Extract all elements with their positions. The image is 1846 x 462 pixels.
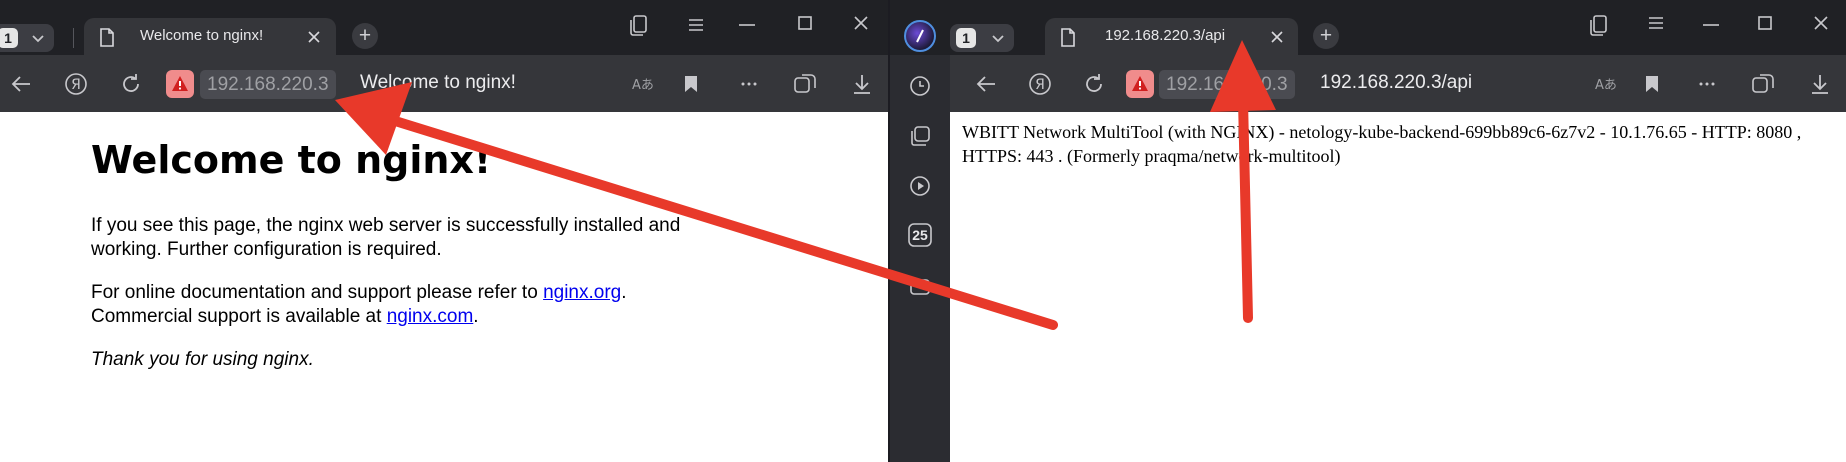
address-page-title[interactable]: 192.168.220.3/api — [1320, 72, 1472, 94]
separator — [73, 28, 74, 48]
plus-icon: + — [1319, 24, 1333, 47]
sidebar: 25 — [890, 55, 950, 462]
menu-icon[interactable] — [1643, 10, 1669, 36]
svg-text:Я: Я — [71, 77, 81, 93]
reload-icon[interactable] — [1080, 70, 1108, 98]
yandex-icon[interactable]: Я — [1026, 70, 1054, 98]
docs-text: For online documentation and support ple… — [91, 282, 544, 303]
calendar-day: 25 — [912, 227, 928, 243]
alice-icon[interactable] — [904, 20, 936, 52]
maximize-icon[interactable] — [792, 10, 818, 36]
address-host[interactable]: 192.168.220.3 — [1159, 70, 1295, 99]
chevron-down-icon — [988, 28, 1008, 53]
tab-title: Welcome to nginx! — [140, 27, 264, 44]
tab-active[interactable]: 192.168.220.3/api — [1045, 18, 1298, 55]
close-tab-icon[interactable] — [1267, 27, 1287, 47]
download-icon[interactable] — [1806, 70, 1834, 98]
multitool-response-text: WBITT Network MultiTool (with NGINX) - n… — [962, 122, 1802, 166]
tab-count-badge: 1 — [0, 28, 18, 48]
video-icon[interactable] — [906, 172, 934, 200]
tab-bar: 1 Welcome to nginx! + — [0, 0, 889, 55]
download-icon[interactable] — [848, 70, 876, 98]
docs-line: For online documentation and support ple… — [91, 281, 751, 305]
more-icon[interactable] — [735, 70, 763, 98]
tabs-icon[interactable] — [906, 122, 934, 150]
address-host[interactable]: 192.168.220.3 — [200, 70, 336, 99]
page-heading: Welcome to nginx! — [91, 138, 492, 182]
support-line: Commercial support is available at nginx… — [91, 305, 751, 329]
docs-end: . — [621, 282, 627, 303]
install-message: If you see this page, the nginx web serv… — [91, 215, 681, 260]
warning-icon — [172, 76, 188, 91]
navigation-toolbar: Я 192.168.220.3 192.168.220.3/api Aあ — [950, 55, 1846, 112]
warning-icon — [1132, 76, 1148, 91]
support-text: Commercial support is available at — [91, 306, 387, 327]
page-icon — [1059, 27, 1077, 47]
tab-count-badge: 1 — [956, 28, 976, 48]
tab-active[interactable]: Welcome to nginx! — [84, 18, 336, 55]
plus-icon: + — [358, 24, 372, 47]
calendar-icon[interactable]: 25 — [906, 221, 934, 249]
close-tab-icon[interactable] — [304, 27, 324, 47]
minimize-icon[interactable] — [1698, 12, 1724, 38]
nginx-welcome-page: Welcome to nginx! If you see this page, … — [91, 138, 751, 372]
nginx-org-link[interactable]: nginx.org — [543, 282, 621, 303]
security-warning-button[interactable] — [1126, 70, 1154, 98]
collections-icon[interactable] — [792, 70, 820, 98]
svg-text:Aあ: Aあ — [1595, 78, 1617, 93]
more-icon[interactable] — [1693, 70, 1721, 98]
translate-icon[interactable]: Aあ — [1593, 70, 1621, 98]
tab-title: 192.168.220.3/api — [1105, 27, 1226, 44]
menu-icon[interactable] — [683, 12, 709, 38]
back-icon[interactable] — [7, 70, 35, 98]
maximize-icon[interactable] — [1752, 10, 1778, 36]
bookmark-icon[interactable] — [677, 70, 705, 98]
page-icon — [98, 27, 116, 47]
tab-counter-button[interactable]: 1 — [0, 24, 54, 52]
new-tab-button[interactable]: + — [1313, 23, 1339, 49]
address-page-title[interactable]: Welcome to nginx! — [360, 72, 516, 94]
yandex-icon[interactable]: Я — [62, 70, 90, 98]
tab-list-icon[interactable] — [1587, 12, 1613, 38]
bookmark-icon[interactable] — [1638, 70, 1666, 98]
close-icon[interactable] — [1808, 10, 1834, 36]
browser-window-right: 1 192.168.220.3/api + 25 Я 192.168.220.3… — [890, 0, 1846, 462]
navigation-toolbar: Я 192.168.220.3 Welcome to nginx! Aあ — [0, 55, 889, 112]
mail-icon[interactable] — [906, 273, 934, 301]
svg-text:Я: Я — [1035, 77, 1045, 93]
tab-bar: 1 192.168.220.3/api + — [890, 0, 1846, 55]
reload-icon[interactable] — [117, 70, 145, 98]
back-icon[interactable] — [972, 70, 1000, 98]
chevron-down-icon — [28, 28, 48, 53]
translate-icon[interactable]: Aあ — [630, 70, 658, 98]
nginx-com-link[interactable]: nginx.com — [387, 306, 474, 327]
tab-list-icon[interactable] — [627, 12, 653, 38]
collections-icon[interactable] — [1750, 70, 1778, 98]
tab-counter-button[interactable]: 1 — [950, 24, 1014, 52]
history-icon[interactable] — [906, 72, 934, 100]
security-warning-button[interactable] — [166, 70, 194, 98]
svg-text:Aあ: Aあ — [632, 78, 654, 93]
thanks-message: Thank you for using nginx. — [91, 349, 314, 370]
support-end: . — [473, 306, 479, 327]
close-icon[interactable] — [848, 10, 874, 36]
browser-window-left: 1 Welcome to nginx! + Я 192.168.220.3 We… — [0, 0, 889, 462]
minimize-icon[interactable] — [734, 12, 760, 38]
new-tab-button[interactable]: + — [352, 23, 378, 49]
